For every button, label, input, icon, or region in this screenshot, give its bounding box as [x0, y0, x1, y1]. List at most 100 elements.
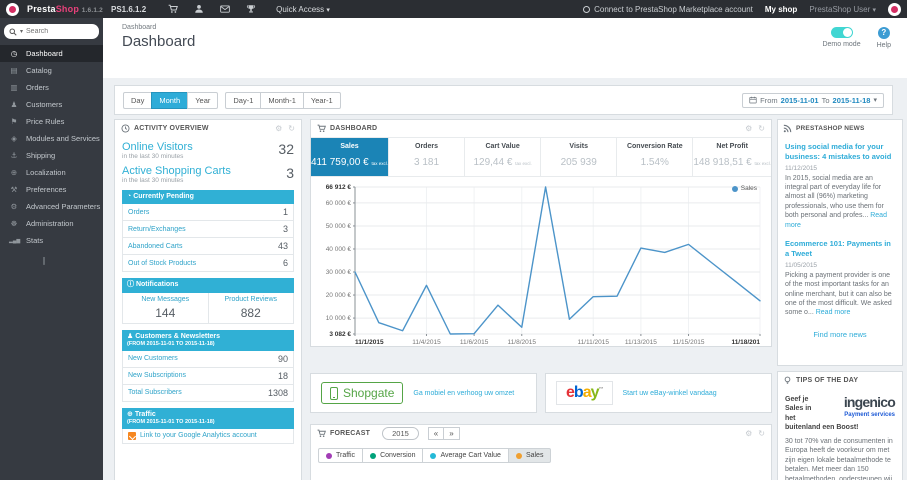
refresh-icon[interactable]: ↻ — [758, 124, 765, 133]
sidebar-item-preferences[interactable]: ⚒ Preferences — [0, 181, 103, 198]
gear-icon[interactable]: ⚙ — [275, 124, 282, 133]
chevron-down-icon: ▾ — [326, 6, 330, 14]
sidebar-item-dashboard[interactable]: ◷ Dashboard — [0, 45, 103, 62]
sidebar-item-orders[interactable]: ▥ Orders — [0, 79, 103, 96]
forecast-prev-button[interactable]: « — [427, 427, 445, 440]
filter-year-button[interactable]: Year — [187, 91, 219, 109]
kpi-sales[interactable]: Sales 411 759,00 € tax excl. — [311, 138, 389, 176]
user-avatar[interactable] — [888, 2, 901, 16]
svg-text:11/13/2015: 11/13/2015 — [625, 339, 657, 346]
svg-text:66 912 €: 66 912 € — [326, 184, 352, 191]
ebay-logo[interactable]: ebay™ — [556, 381, 613, 405]
sidebar-item-catalog[interactable]: ▤ Catalog — [0, 62, 103, 79]
active-carts-value: 3 — [286, 165, 294, 181]
sidebar-item-modules[interactable]: ◈ Modules and Services — [0, 130, 103, 147]
chevron-down-icon: ▾ — [872, 6, 876, 14]
filter-day-1-button[interactable]: Day-1 — [225, 91, 262, 109]
sidebar-search[interactable]: ▾ — [4, 24, 99, 39]
marketplace-connect-link[interactable]: Connect to PrestaShop Marketplace accoun… — [583, 5, 753, 14]
pending-returns-row[interactable]: Return/Exchanges 3 — [122, 221, 294, 239]
date-range-picker[interactable]: From 2015-11-01 To 2015-11-18 ▾ — [742, 92, 884, 108]
my-shop-link[interactable]: My shop — [765, 5, 797, 14]
tip-body: 30 tot 70% van de consumenten in Europa … — [785, 437, 893, 480]
total-subscribers-row[interactable]: Total Subscribers 1308 — [122, 384, 294, 402]
toggle-traffic[interactable]: Traffic — [318, 448, 364, 463]
toggle-conversion[interactable]: Conversion — [362, 448, 424, 463]
search-input[interactable] — [26, 28, 82, 35]
ingenico-logo[interactable]: ingenico Payment services — [819, 395, 896, 420]
lightbulb-icon — [784, 376, 791, 384]
svg-text:11/4/2015: 11/4/2015 — [412, 339, 441, 346]
news-article-title[interactable]: Ecommerce 101: Payments in a Tweet — [785, 239, 895, 259]
average-cart-value-dot — [430, 452, 437, 459]
read-more-link[interactable]: Read more — [816, 309, 851, 316]
kpi-conversion-rate[interactable]: Conversion Rate 1.54% — [617, 138, 694, 176]
demo-mode-label: Demo mode — [822, 41, 861, 48]
tips-of-the-day-panel: TIPS OF THE DAY ingenico Payment service… — [777, 371, 903, 480]
cart-icon[interactable] — [168, 4, 179, 14]
active-carts-link[interactable]: Active Shopping Carts — [122, 165, 294, 177]
filter-month-button[interactable]: Month — [151, 91, 189, 109]
panel-title: DASHBOARD — [330, 125, 378, 132]
quick-access-menu[interactable]: Quick Access ▾ — [276, 5, 330, 14]
shopgate-link[interactable]: Ga mobiel en verhoog uw omzet — [413, 390, 522, 397]
out-of-stock-row[interactable]: Out of Stock Products 6 — [122, 255, 294, 273]
toggle-average-cart-value[interactable]: Average Cart Value — [422, 448, 509, 463]
svg-text:11/18/201: 11/18/201 — [731, 339, 760, 346]
prestashop-logo[interactable] — [6, 2, 19, 16]
refresh-icon[interactable]: ↻ — [758, 429, 765, 438]
gear-icon[interactable]: ⚙ — [745, 429, 752, 438]
menu-collapse-button[interactable]: ∥ — [42, 256, 48, 265]
toggle-sales[interactable]: Sales — [507, 448, 552, 463]
kpi-cart-value[interactable]: Cart Value 129,44 € tax excl. — [465, 138, 542, 176]
forecast-next-button[interactable]: » — [443, 427, 460, 440]
user-menu[interactable]: PrestaShop User ▾ — [809, 5, 876, 14]
notifications-header: ⓘ Notifications — [122, 278, 294, 293]
demo-mode-toggle[interactable] — [830, 27, 853, 38]
sidebar-item-advanced-parameters[interactable]: ⚙ Advanced Parameters — [0, 198, 103, 215]
shopgate-module-card: Shopgate Ga mobiel en verhoog uw omzet — [310, 373, 537, 413]
help-label: Help — [876, 42, 891, 49]
pending-orders-row[interactable]: Orders 1 — [122, 204, 294, 222]
filter-month-1-button[interactable]: Month-1 — [260, 91, 304, 109]
refresh-icon[interactable]: ↻ — [288, 124, 295, 133]
breadcrumb[interactable]: Dashboard — [122, 24, 156, 31]
sidebar-item-shipping[interactable]: ⚓ Shipping — [0, 147, 103, 164]
sidebar-item-administration[interactable]: ☸ Administration — [0, 215, 103, 232]
search-scope-caret[interactable]: ▾ — [20, 28, 23, 35]
trophy-icon[interactable] — [246, 4, 256, 14]
shopgate-logo[interactable]: Shopgate — [321, 382, 404, 404]
active-carts-row: 3 Active Shopping Carts in the last 30 m… — [122, 165, 294, 184]
filter-year-1-button[interactable]: Year-1 — [302, 91, 341, 109]
new-messages-cell[interactable]: New Messages 144 — [123, 293, 208, 323]
kpi-net-profit[interactable]: Net Profit 148 918,51 € tax excl. — [693, 138, 771, 176]
product-reviews-cell[interactable]: Product Reviews 882 — [207, 292, 294, 323]
abandoned-carts-row[interactable]: Abandoned Carts 43 — [122, 238, 294, 256]
ebay-link[interactable]: Start uw eBay-winkel vandaag — [623, 390, 725, 397]
news-article-date: 11/05/2015 — [785, 261, 818, 269]
kpi-visits[interactable]: Visits 205 939 — [541, 138, 618, 176]
brand[interactable]: PrestaShop 1.6.1.2 — [27, 4, 103, 14]
news-article-excerpt: In 2015, social media are an integral pa… — [785, 174, 887, 229]
news-article-title[interactable]: Using social media for your business: 4 … — [785, 142, 895, 162]
sidebar-item-localization[interactable]: ⊕ Localization — [0, 164, 103, 181]
marketplace-icon — [583, 5, 591, 13]
kpi-orders[interactable]: Orders 3 181 — [389, 138, 466, 176]
chevron-down-icon: ▾ — [873, 97, 877, 104]
filter-day-button[interactable]: Day — [123, 91, 153, 109]
sidebar-item-price-rules[interactable]: ⚑ Price Rules — [0, 113, 103, 130]
gear-icon[interactable]: ⚙ — [745, 124, 752, 133]
activity-clock-icon — [121, 124, 130, 133]
messages-icon[interactable] — [220, 4, 230, 14]
tags-icon: ⚑ — [10, 117, 18, 126]
help-icon[interactable]: ? — [877, 27, 890, 39]
date-filter-bar: Day Month Year Day-1 Month-1 Year-1 From… — [114, 85, 893, 115]
new-subscriptions-row[interactable]: New Subscriptions 18 — [122, 367, 294, 385]
employee-icon[interactable] — [194, 4, 204, 14]
google-analytics-row[interactable]: Link to your Google Analytics account — [122, 428, 294, 444]
sidebar-item-customers[interactable]: ♟ Customers — [0, 96, 103, 113]
sidebar-item-stats[interactable]: ▂▄▆ Stats — [0, 232, 103, 249]
online-visitors-link[interactable]: Online Visitors — [122, 141, 294, 153]
new-customers-row[interactable]: New Customers 90 — [122, 350, 294, 368]
find-more-news-link[interactable]: Find more news — [778, 330, 902, 339]
